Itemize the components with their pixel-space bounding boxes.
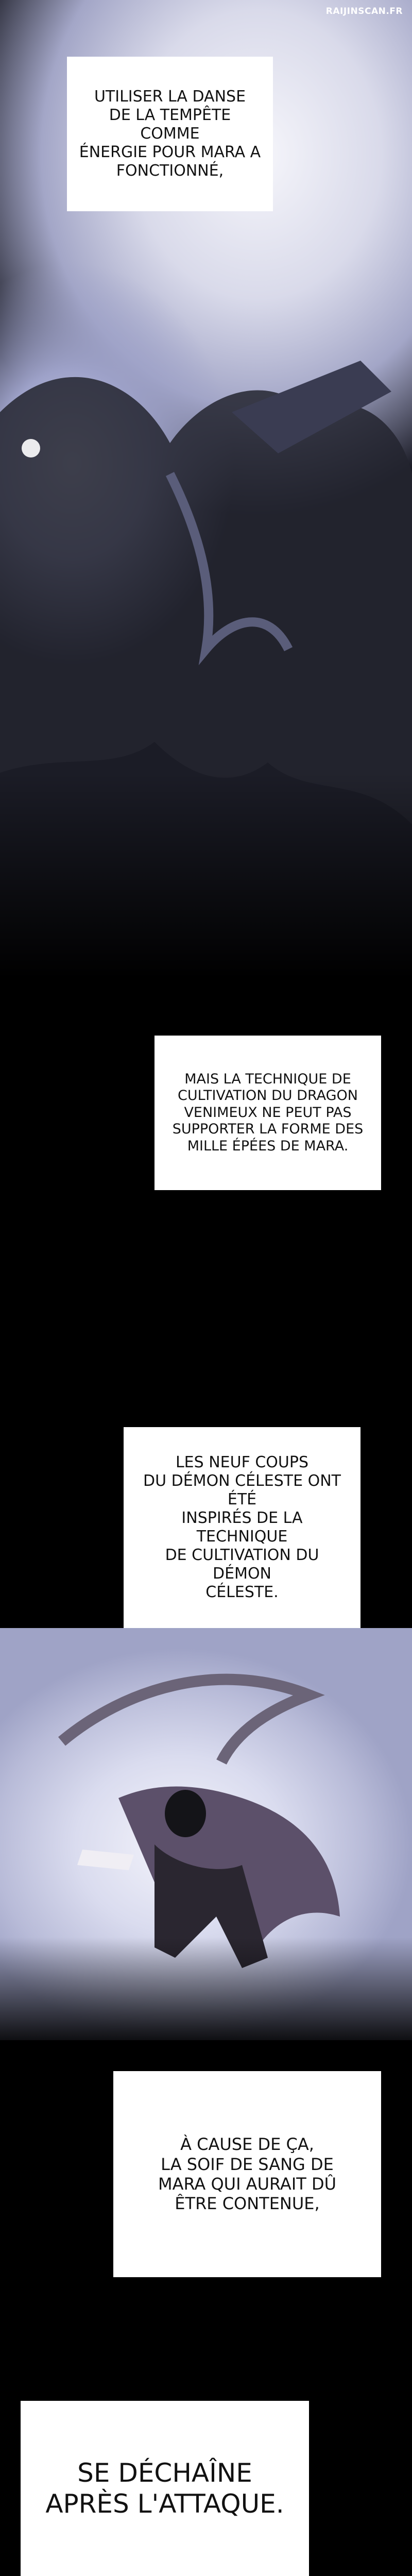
caption-box-3: LES NEUF COUPS DU DÉMON CÉLESTE ONT ÉTÉ … xyxy=(124,1427,360,1628)
caption-text-5: SE DÉCHAÎNE APRÈS L'ATTAQUE. xyxy=(45,2458,284,2519)
caption-box-2: MAIS LA TECHNIQUE DE CULTIVATION DU DRAG… xyxy=(154,1036,381,1190)
panel-fade xyxy=(0,773,412,979)
caption-text-1: UTILISER LA DANSE DE LA TEMPÊTE COMME ÉN… xyxy=(79,88,261,180)
panel-fade-2 xyxy=(0,1937,412,2050)
caption-text-3: LES NEUF COUPS DU DÉMON CÉLESTE ONT ÉTÉ … xyxy=(143,1453,341,1601)
caption-text-2: MAIS LA TECHNIQUE DE CULTIVATION DU DRAG… xyxy=(172,1071,364,1154)
caption-box-5: SE DÉCHAÎNE APRÈS L'ATTAQUE. xyxy=(21,2401,309,2576)
caption-box-4: À CAUSE DE ÇA, LA SOIF DE SANG DE MARA Q… xyxy=(113,2071,381,2277)
watermark-text: RAIJINSCAN.FR xyxy=(325,6,403,16)
caption-box-1: UTILISER LA DANSE DE LA TEMPÊTE COMME ÉN… xyxy=(67,57,273,211)
caption-text-4: À CAUSE DE ÇA, LA SOIF DE SANG DE MARA Q… xyxy=(158,2134,337,2214)
